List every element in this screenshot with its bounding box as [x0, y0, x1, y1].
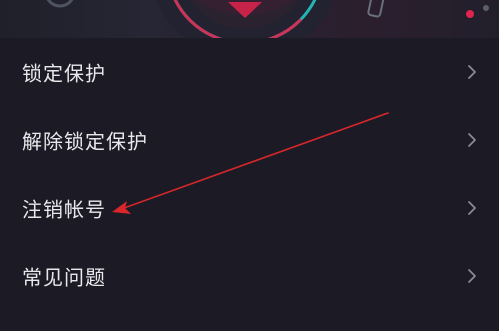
menu-item-label: 注销帐号: [22, 197, 106, 222]
menu-item-faq[interactable]: 常见问题: [0, 242, 499, 310]
menu-item-label: 常见问题: [22, 265, 106, 290]
menu-item-label: 锁定保护: [22, 61, 106, 86]
menu-item-cancel-account[interactable]: 注销帐号: [0, 174, 499, 242]
top-banner: [0, 0, 499, 38]
banner-graphic: [46, 0, 489, 38]
chevron-right-icon: [468, 133, 476, 147]
chevron-right-icon: [468, 65, 476, 79]
settings-menu: 锁定保护 解除锁定保护 注销帐号 常见问题: [0, 38, 499, 310]
settings-screen: 锁定保护 解除锁定保护 注销帐号 常见问题: [0, 0, 499, 331]
menu-item-lock-protection[interactable]: 锁定保护: [0, 38, 499, 106]
chevron-right-icon: [468, 269, 476, 283]
menu-item-unlock-protection[interactable]: 解除锁定保护: [0, 106, 499, 174]
chevron-right-icon: [468, 201, 476, 215]
menu-item-label: 解除锁定保护: [22, 129, 148, 154]
